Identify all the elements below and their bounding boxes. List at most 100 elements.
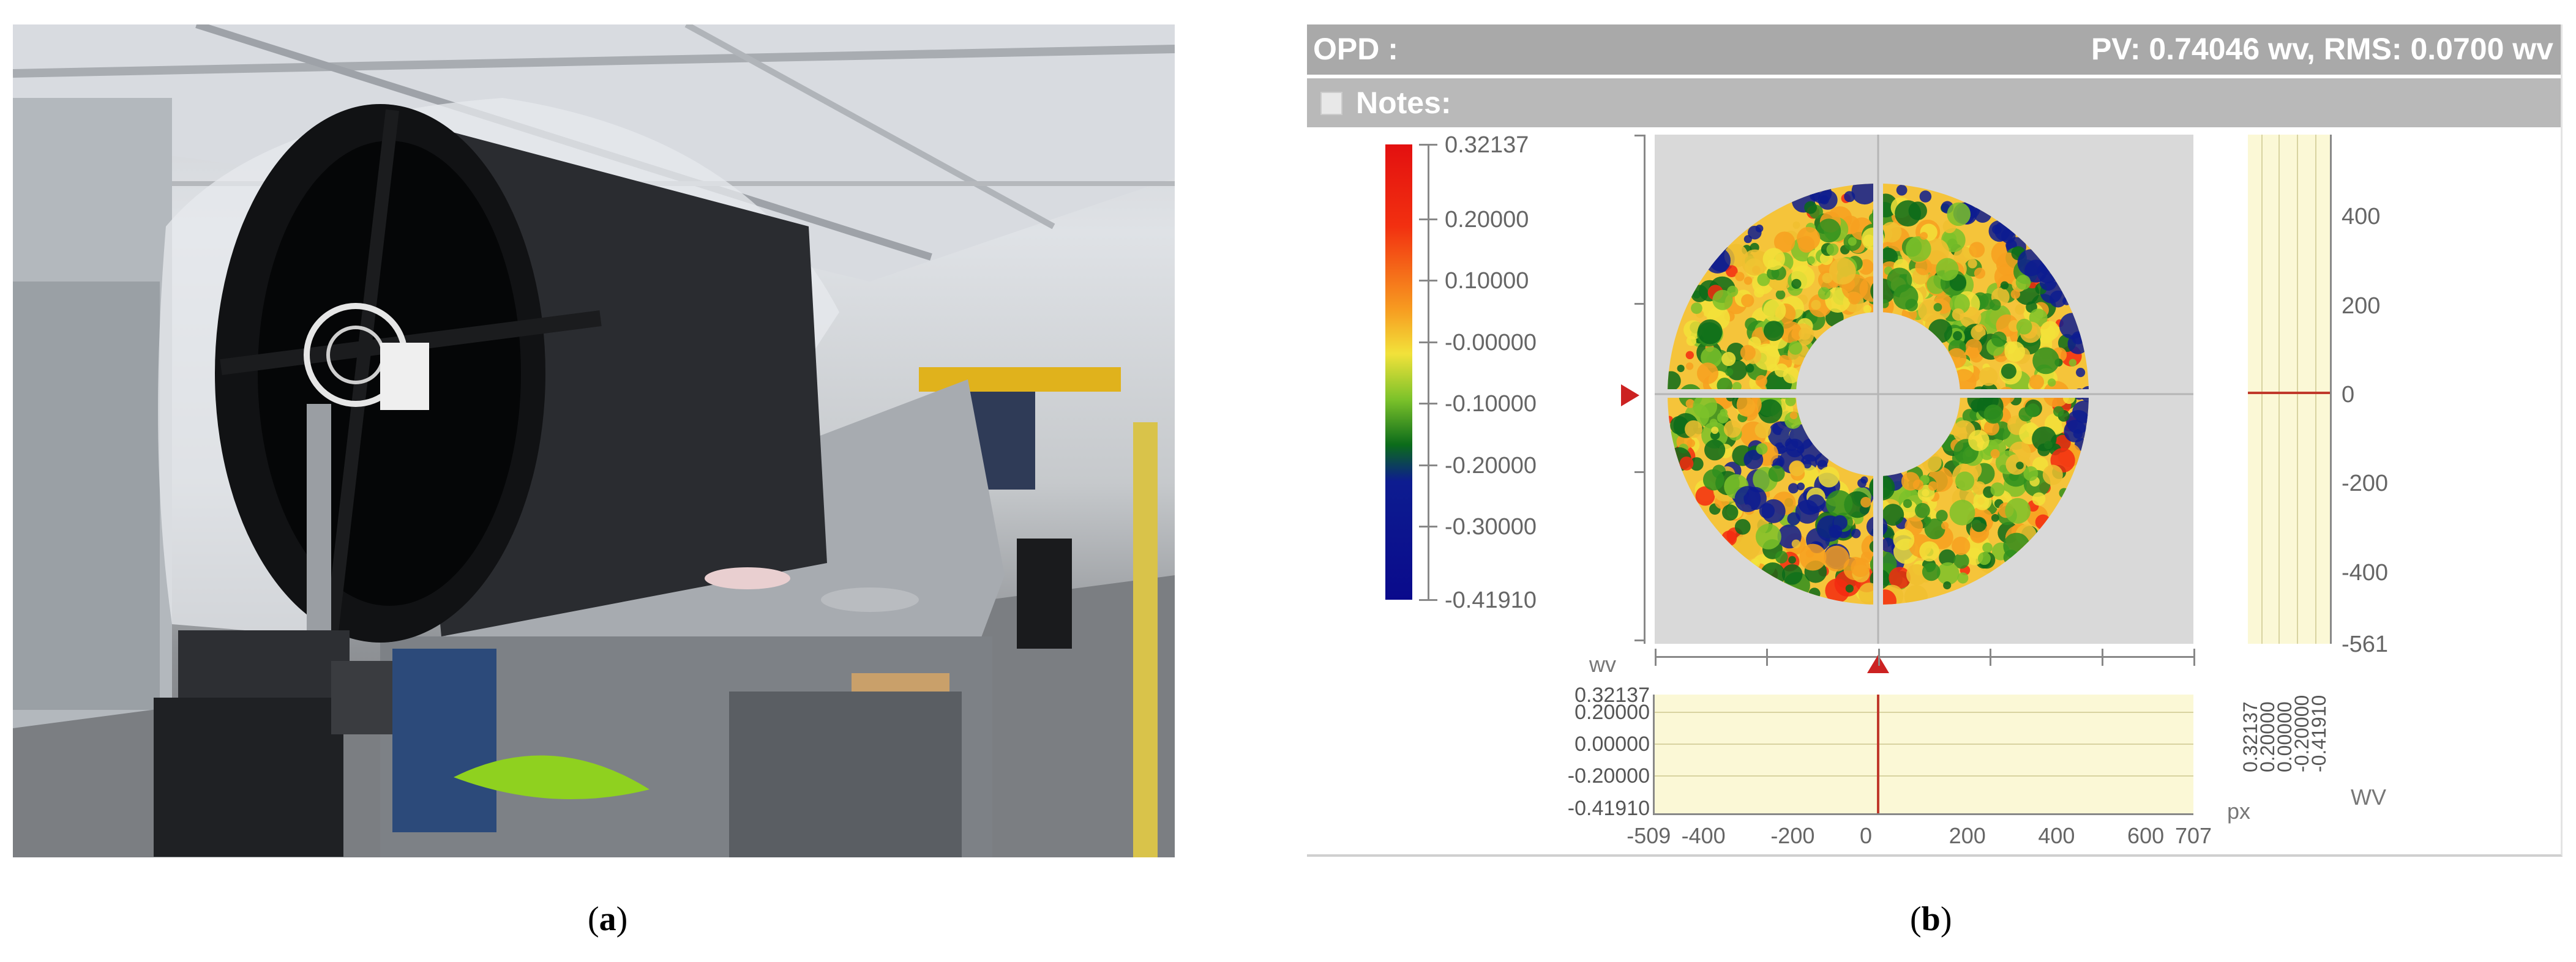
opd-blob <box>1745 364 1754 373</box>
opd-blob <box>1759 503 1775 519</box>
opd-blob <box>1826 243 1839 256</box>
opd-blob <box>1756 443 1768 455</box>
opd-blob <box>2040 321 2060 340</box>
right-profile-axis <box>2330 135 2332 644</box>
row-marker-triangle[interactable] <box>1621 384 1639 406</box>
opd-blob <box>1969 242 1985 258</box>
opd-blob <box>1851 557 1870 578</box>
opd-blob <box>1687 439 1696 448</box>
colorbar-tick <box>1419 280 1437 282</box>
opd-title: OPD : <box>1313 32 1398 66</box>
colorbar-tick <box>1419 341 1437 343</box>
opd-blob <box>1928 481 1938 491</box>
colorbar-tick <box>1419 218 1437 220</box>
opd-blob <box>2064 420 2087 442</box>
bottom-profile-x-label: 600 <box>2127 823 2165 848</box>
colorbar <box>1385 144 1412 600</box>
opd-blob <box>1922 489 1930 497</box>
bottom-profile-x-label: 400 <box>2038 823 2075 848</box>
opd-blob <box>1823 545 1850 572</box>
colorbar-label: -0.00000 <box>1445 329 1537 356</box>
right-profile-unit: WV <box>2351 785 2386 810</box>
opd-blob <box>1702 469 1724 491</box>
bottom-profile-x-label: -400 <box>1681 823 1726 848</box>
bottom-profile-x-label: 707 <box>2175 823 2212 848</box>
opd-blob <box>1905 236 1931 262</box>
opd-blob <box>1799 543 1827 571</box>
opd-blob <box>1943 581 1952 590</box>
opd-blob <box>1903 499 1912 509</box>
colorbar-label: -0.10000 <box>1445 391 1537 417</box>
opd-blob <box>1748 225 1762 240</box>
opd-blob <box>1740 345 1756 360</box>
opd-blob <box>1955 471 1975 491</box>
notes-label: Notes: <box>1356 86 1451 120</box>
opd-blob <box>1804 201 1817 214</box>
opd-blob <box>1922 562 1941 581</box>
right-profile-x-label: -0.41910 <box>2308 695 2330 772</box>
alignment-stage <box>178 630 350 698</box>
opd-blob <box>1734 519 1751 535</box>
opd-blob <box>1974 267 1986 279</box>
map-y-tick <box>1634 303 1646 305</box>
opd-blob <box>1791 278 1802 289</box>
opd-blob <box>1783 367 1800 384</box>
opd-blob <box>2032 426 2057 452</box>
opd-blob <box>1949 499 1975 526</box>
opd-blob <box>1720 408 1728 417</box>
opd-blob <box>1936 510 1948 522</box>
opd-blob <box>1941 521 1949 530</box>
right-profile-y-label: -561 <box>2342 632 2389 657</box>
opd-blob <box>1791 539 1801 548</box>
bottom-profile-y-label: -0.41910 <box>1567 797 1650 820</box>
opd-blob <box>1933 303 1942 311</box>
opd-blob <box>1775 550 1788 564</box>
opd-blob <box>1952 308 1964 321</box>
opd-blob <box>2016 318 2032 335</box>
opd-blob <box>1829 258 1856 285</box>
opd-blob <box>1968 430 1990 451</box>
opd-blob <box>1758 399 1783 423</box>
bottom-profile-y-label: -0.20000 <box>1567 764 1650 788</box>
map-x-tick <box>1990 649 1991 666</box>
opd-blob <box>1722 504 1739 521</box>
right-profile-y-label: -200 <box>2342 471 2389 497</box>
opd-blob <box>1697 362 1719 384</box>
opd-blob <box>1952 536 1971 556</box>
opd-blob <box>1785 438 1805 458</box>
opd-header-bar: OPD : PV: 0.74046 wv, RMS: 0.0700 wv <box>1307 24 2561 75</box>
opd-blob <box>2001 364 2016 379</box>
opd-blob <box>1819 195 1829 205</box>
opd-blob <box>1971 516 1987 532</box>
notes-bar[interactable]: Notes: <box>1307 78 2561 127</box>
map-left-axis <box>1644 135 1646 644</box>
opd-blob <box>1725 368 1734 376</box>
bottom-profile-plot <box>1655 695 2193 813</box>
opd-blob <box>1818 466 1840 488</box>
bottom-profile-y-label: 0.00000 <box>1574 733 1650 756</box>
opd-blob <box>1811 299 1821 310</box>
opd-blob <box>1893 284 1919 310</box>
colorbar-label: -0.41910 <box>1445 587 1537 613</box>
map-x-tick <box>1766 649 1768 666</box>
chair <box>1017 539 1072 649</box>
opd-blob <box>1825 490 1853 517</box>
opd-blob <box>1788 556 1796 564</box>
bottom-profile-y-label: 0.20000 <box>1574 701 1650 724</box>
opd-blob <box>1953 331 1963 341</box>
opd-blob <box>1920 232 1928 240</box>
notes-checkbox[interactable] <box>1320 92 1342 115</box>
opd-blob <box>1807 256 1815 264</box>
caption-b: (b) <box>1910 900 1952 938</box>
right-profile-y-label: -400 <box>2342 559 2389 586</box>
opd-blob <box>2004 341 2026 362</box>
opd-blob <box>1991 514 1999 522</box>
opd-blob <box>1845 584 1854 593</box>
opd-blob <box>1936 258 1959 281</box>
opd-blob <box>1990 449 2000 459</box>
opd-blob <box>1698 319 1723 345</box>
bottom-profile-unit: px <box>2227 799 2251 824</box>
photo-illustration <box>13 24 1175 857</box>
opd-blob <box>1677 364 1685 373</box>
opd-blob <box>1857 479 1866 488</box>
